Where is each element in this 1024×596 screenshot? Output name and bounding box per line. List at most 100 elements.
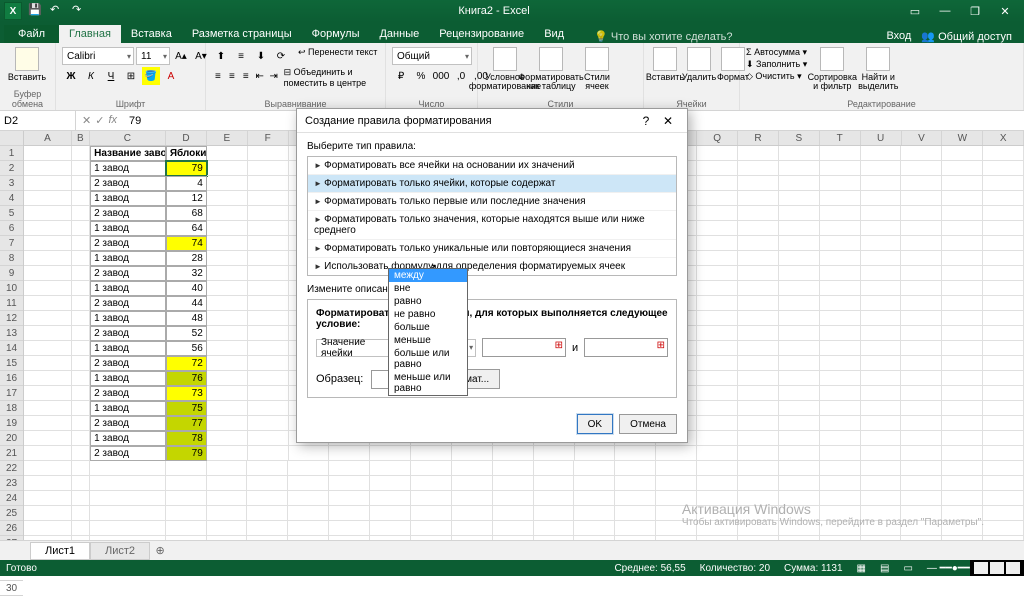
cell-O21[interactable]: [615, 446, 656, 461]
cell-F1[interactable]: [248, 146, 289, 161]
cell-V11[interactable]: [901, 296, 942, 311]
cell-H26[interactable]: [329, 521, 370, 536]
cell-N25[interactable]: [574, 506, 615, 521]
cell-C12[interactable]: 1 завод: [90, 311, 166, 326]
cell-R21[interactable]: [738, 446, 779, 461]
row-header-12[interactable]: 12: [0, 311, 23, 326]
rule-type-4[interactable]: Форматировать только уникальные или повт…: [308, 240, 676, 258]
cell-X8[interactable]: [983, 251, 1024, 266]
cell-X20[interactable]: [983, 431, 1024, 446]
cell-C20[interactable]: 1 завод: [90, 431, 166, 446]
cell-L22[interactable]: [493, 461, 534, 476]
cell-R20[interactable]: [738, 431, 779, 446]
cell-Q23[interactable]: [697, 476, 738, 491]
cell-G25[interactable]: [288, 506, 329, 521]
view-normal-icon[interactable]: ▦: [857, 563, 866, 574]
operator-dropdown-list[interactable]: междувнеравноне равнобольшеменьшебольше …: [388, 268, 468, 396]
tab-formulas[interactable]: Формулы: [302, 25, 370, 43]
cell-D17[interactable]: 73: [166, 386, 207, 401]
cell-V12[interactable]: [901, 311, 942, 326]
add-sheet-button[interactable]: ⊕: [150, 544, 170, 557]
cell-Q10[interactable]: [697, 281, 738, 296]
cell-W1[interactable]: [942, 146, 983, 161]
cell-U11[interactable]: [861, 296, 902, 311]
cell-W23[interactable]: [942, 476, 983, 491]
rule-type-0[interactable]: Форматировать все ячейки на основании их…: [308, 157, 676, 175]
cell-D21[interactable]: 79: [166, 446, 207, 461]
row-header-22[interactable]: 22: [0, 461, 23, 476]
cell-U21[interactable]: [861, 446, 902, 461]
cell-T15[interactable]: [820, 356, 861, 371]
increase-font-icon[interactable]: A▴: [172, 47, 190, 65]
cell-R18[interactable]: [738, 401, 779, 416]
cell-S17[interactable]: [779, 386, 820, 401]
cell-D18[interactable]: 75: [166, 401, 207, 416]
cell-D3[interactable]: 4: [166, 176, 207, 191]
cell-W20[interactable]: [942, 431, 983, 446]
cell-Q2[interactable]: [697, 161, 738, 176]
cell-A20[interactable]: [24, 431, 72, 446]
operator-option-5[interactable]: меньше: [389, 334, 467, 347]
operator-option-0[interactable]: между: [389, 269, 467, 282]
align-top-icon[interactable]: ⬆: [212, 47, 230, 65]
cell-S4[interactable]: [779, 191, 820, 206]
sheet-tab-1[interactable]: Лист1: [30, 542, 90, 560]
row-header-17[interactable]: 17: [0, 386, 23, 401]
cell-B15[interactable]: [72, 356, 90, 371]
cell-V7[interactable]: [901, 236, 942, 251]
cell-R11[interactable]: [738, 296, 779, 311]
cell-B10[interactable]: [72, 281, 90, 296]
cell-D13[interactable]: 52: [166, 326, 207, 341]
cell-A6[interactable]: [24, 221, 72, 236]
cell-Q14[interactable]: [697, 341, 738, 356]
cell-X7[interactable]: [983, 236, 1024, 251]
autosum-button[interactable]: Σ Автосумма ▾: [746, 47, 807, 58]
cell-D15[interactable]: 72: [166, 356, 207, 371]
cell-E25[interactable]: [207, 506, 248, 521]
cell-V18[interactable]: [901, 401, 942, 416]
cell-B19[interactable]: [72, 416, 90, 431]
cell-P22[interactable]: [656, 461, 697, 476]
qat-save-icon[interactable]: 💾: [28, 3, 44, 19]
cell-E2[interactable]: [207, 161, 248, 176]
cell-E14[interactable]: [207, 341, 248, 356]
row-header-18[interactable]: 18: [0, 401, 23, 416]
cell-C21[interactable]: 2 завод: [90, 446, 166, 461]
row-header-15[interactable]: 15: [0, 356, 23, 371]
cell-H21[interactable]: [329, 446, 370, 461]
cell-F11[interactable]: [248, 296, 289, 311]
cell-M21[interactable]: [534, 446, 575, 461]
qat-undo-icon[interactable]: ↶: [50, 3, 66, 19]
cell-V5[interactable]: [901, 206, 942, 221]
cell-Q22[interactable]: [697, 461, 738, 476]
dec-indent-icon[interactable]: ⇤: [254, 67, 266, 85]
cell-B5[interactable]: [72, 206, 90, 221]
cell-B26[interactable]: [72, 521, 90, 536]
cell-B7[interactable]: [72, 236, 90, 251]
cell-V22[interactable]: [901, 461, 942, 476]
cell-X19[interactable]: [983, 416, 1024, 431]
enter-formula-icon[interactable]: ✓: [95, 114, 104, 127]
font-size-combo[interactable]: 11: [136, 47, 170, 65]
row-header-24[interactable]: 24: [0, 491, 23, 506]
row-header-10[interactable]: 10: [0, 281, 23, 296]
cell-I21[interactable]: [370, 446, 411, 461]
cell-E17[interactable]: [207, 386, 248, 401]
cell-O22[interactable]: [615, 461, 656, 476]
cell-J22[interactable]: [411, 461, 452, 476]
cell-E21[interactable]: [207, 446, 248, 461]
align-left-icon[interactable]: ≡: [212, 67, 224, 85]
operator-option-4[interactable]: больше: [389, 321, 467, 334]
inc-indent-icon[interactable]: ⇥: [268, 67, 280, 85]
row-header-4[interactable]: 4: [0, 191, 23, 206]
qat-redo-icon[interactable]: ↷: [72, 3, 88, 19]
col-header-V[interactable]: V: [902, 131, 943, 145]
cell-K21[interactable]: [452, 446, 493, 461]
name-box[interactable]: D2: [0, 111, 76, 130]
cell-C15[interactable]: 2 завод: [90, 356, 166, 371]
cell-E16[interactable]: [207, 371, 248, 386]
cell-R22[interactable]: [738, 461, 779, 476]
cell-Q1[interactable]: [697, 146, 738, 161]
cell-Q19[interactable]: [697, 416, 738, 431]
merge-button[interactable]: ⊟ Объединить и поместить в центре: [284, 67, 379, 88]
